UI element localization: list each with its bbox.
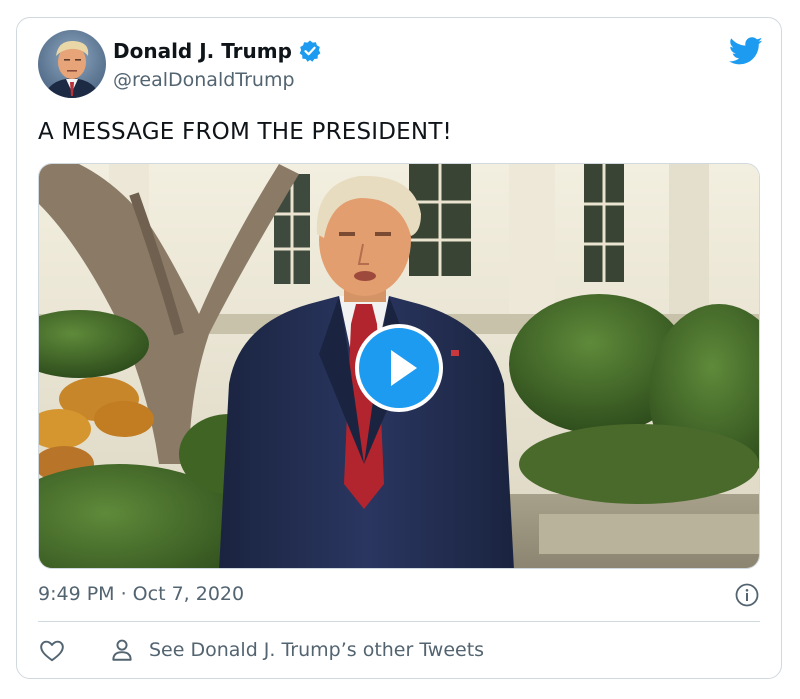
play-button[interactable] <box>355 324 443 412</box>
author-name-row[interactable]: Donald J. Trump <box>113 38 322 64</box>
avatar[interactable] <box>38 30 106 98</box>
author-handle[interactable]: @realDonaldTrump <box>113 68 295 92</box>
heart-icon[interactable] <box>39 638 65 664</box>
play-icon <box>391 350 417 386</box>
tweet-text: A MESSAGE FROM THE PRESIDENT! <box>38 119 452 145</box>
divider <box>38 621 760 622</box>
twitter-bird-icon[interactable] <box>728 34 763 68</box>
see-other-tweets-link[interactable]: See Donald J. Trump’s other Tweets <box>109 637 484 663</box>
video-player[interactable] <box>38 163 760 569</box>
see-other-tweets-label: See Donald J. Trump’s other Tweets <box>149 639 485 661</box>
tweet-timestamp[interactable]: 9:49 PM · Oct 7, 2020 <box>38 581 244 607</box>
verified-badge-icon <box>298 39 322 63</box>
info-icon[interactable] <box>735 583 759 607</box>
tweet-card[interactable]: Donald J. Trump @realDonaldTrump A MESSA… <box>16 17 782 679</box>
author-display-name[interactable]: Donald J. Trump <box>113 38 292 64</box>
person-icon <box>109 637 135 663</box>
